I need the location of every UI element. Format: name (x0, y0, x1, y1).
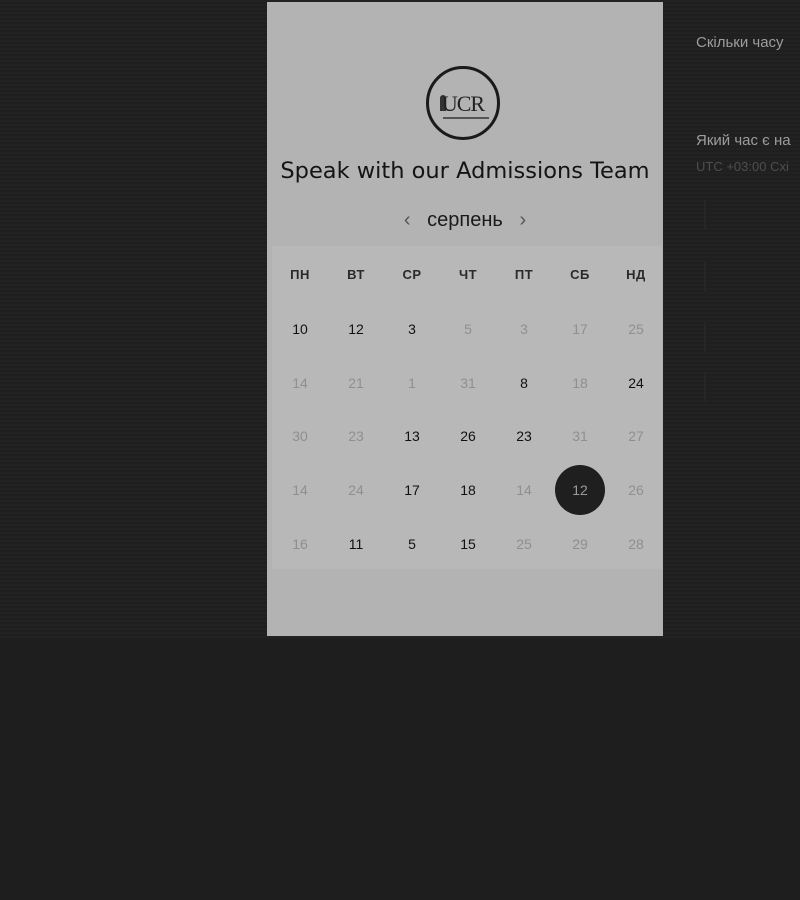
day-number: 21 (348, 374, 364, 391)
calendar-day[interactable]: 26 (440, 409, 496, 463)
weekday-label: СБ (570, 266, 590, 282)
card-title: Speak with our Admissions Team (280, 158, 650, 184)
month-navigation: ‹ серпень › (267, 205, 663, 235)
calendar-day: 14 (272, 463, 328, 517)
time-slot[interactable] (704, 322, 706, 352)
day-number: 3 (520, 320, 528, 337)
calendar-day: 27 (608, 409, 664, 463)
day-number: 27 (628, 428, 644, 445)
day-number: 10 (292, 320, 308, 337)
month-label: серпень (427, 208, 503, 231)
weekday-label: ПН (290, 266, 310, 282)
calendar-day[interactable]: 23 (496, 409, 552, 463)
day-number: 18 (460, 481, 476, 498)
day-number: 14 (292, 374, 308, 391)
day-number: 25 (628, 320, 644, 337)
day-number: 5 (464, 320, 472, 337)
calendar-day: 28 (608, 517, 664, 571)
day-number: 8 (520, 374, 528, 391)
day-number: 24 (348, 481, 364, 498)
time-slot[interactable] (704, 200, 706, 230)
calendar-day[interactable]: 15 (440, 517, 496, 571)
calendar-day: 21 (328, 356, 384, 410)
calendar-day: 18 (552, 356, 608, 410)
calendar-day: 25 (608, 302, 664, 356)
calendar-day[interactable]: 17 (384, 463, 440, 517)
day-number: 17 (572, 320, 588, 337)
calendar-day: 17 (552, 302, 608, 356)
calendar-day-selected[interactable]: 12 (552, 463, 608, 517)
day-number: 15 (460, 535, 476, 552)
day-number: 12 (348, 320, 364, 337)
day-number: 17 (404, 481, 420, 498)
calendar-day: 31 (552, 409, 608, 463)
calendar-day: 25 (496, 517, 552, 571)
calendar-day: 24 (328, 463, 384, 517)
day-number: 14 (292, 481, 308, 498)
calendar-day[interactable]: 3 (384, 302, 440, 356)
calendar-day[interactable]: 12 (328, 302, 384, 356)
day-number: 13 (404, 428, 420, 445)
calendar-day: 30 (272, 409, 328, 463)
day-number: 28 (628, 535, 644, 552)
time-slot[interactable] (704, 372, 706, 402)
calendar-day: 31 (440, 356, 496, 410)
day-number: 25 (516, 535, 532, 552)
page: UCR Speak with our Admissions Team ‹ сер… (0, 0, 800, 900)
calendar-day: 14 (496, 463, 552, 517)
calendar-day: 16 (272, 517, 328, 571)
timezone-selector[interactable]: UTC +03:00 Схі (696, 159, 789, 174)
weekday-label: НД (626, 266, 646, 282)
day-number: 5 (408, 535, 416, 552)
calendar-day: 26 (608, 463, 664, 517)
day-number: 12 (555, 464, 605, 515)
time-question: Який час є на (696, 132, 791, 149)
day-number: 11 (348, 535, 364, 552)
duration-question: Скільки часу (696, 34, 784, 51)
calendar-day: 1 (384, 356, 440, 410)
calendar-day[interactable]: 5 (384, 517, 440, 571)
ucr-logo: UCR (426, 66, 500, 140)
chevron-left-icon[interactable]: ‹ (397, 209, 417, 232)
day-number: 31 (572, 428, 588, 445)
logo-text: UCR (441, 91, 485, 116)
day-number: 29 (572, 535, 588, 552)
day-number: 26 (628, 481, 644, 498)
day-number: 18 (572, 374, 588, 391)
calendar-day[interactable]: 11 (328, 517, 384, 571)
calendar-day[interactable]: 18 (440, 463, 496, 517)
calendar-day: 5 (440, 302, 496, 356)
chevron-right-icon[interactable]: › (513, 209, 533, 232)
day-number: 24 (628, 374, 644, 391)
calendar-grid: ПН ВТ СР ЧТ ПТ СБ НД 10 12 3 5 3 17 25 14 21 1 31 8 18 24 30… (272, 246, 662, 569)
time-slot[interactable] (704, 262, 706, 292)
day-number: 26 (460, 428, 476, 445)
day-number: 14 (516, 481, 532, 498)
logo-tagline-mark (443, 117, 489, 119)
weekday-header-row: ПН ВТ СР ЧТ ПТ СБ НД (272, 246, 662, 302)
calendar-day[interactable]: 10 (272, 302, 328, 356)
calendar-day: 3 (496, 302, 552, 356)
weekday-label: ЧТ (458, 266, 478, 282)
calendar-day[interactable]: 24 (608, 356, 664, 410)
calendar-day: 23 (328, 409, 384, 463)
weekday-label: СР (402, 266, 422, 282)
weekday-label: ВТ (347, 266, 365, 282)
calendar-day: 29 (552, 517, 608, 571)
day-number: 16 (292, 535, 308, 552)
day-number: 23 (516, 428, 532, 445)
calendar-day: 14 (272, 356, 328, 410)
day-number: 31 (460, 374, 476, 391)
day-number: 1 (408, 374, 416, 391)
scheduler-card: UCR Speak with our Admissions Team ‹ сер… (267, 2, 663, 636)
calendar-days: 10 12 3 5 3 17 25 14 21 1 31 8 18 24 30 23 13 26 23 31 27 14 2… (272, 302, 662, 570)
side-panel: Скільки часу Який час є на UTC +03:00 Сх… (696, 0, 800, 640)
calendar-day[interactable]: 13 (384, 409, 440, 463)
day-number: 30 (292, 428, 308, 445)
calendar-day[interactable]: 8 (496, 356, 552, 410)
day-number: 3 (408, 320, 416, 337)
weekday-label: ПТ (514, 266, 534, 282)
day-number: 23 (348, 428, 364, 445)
